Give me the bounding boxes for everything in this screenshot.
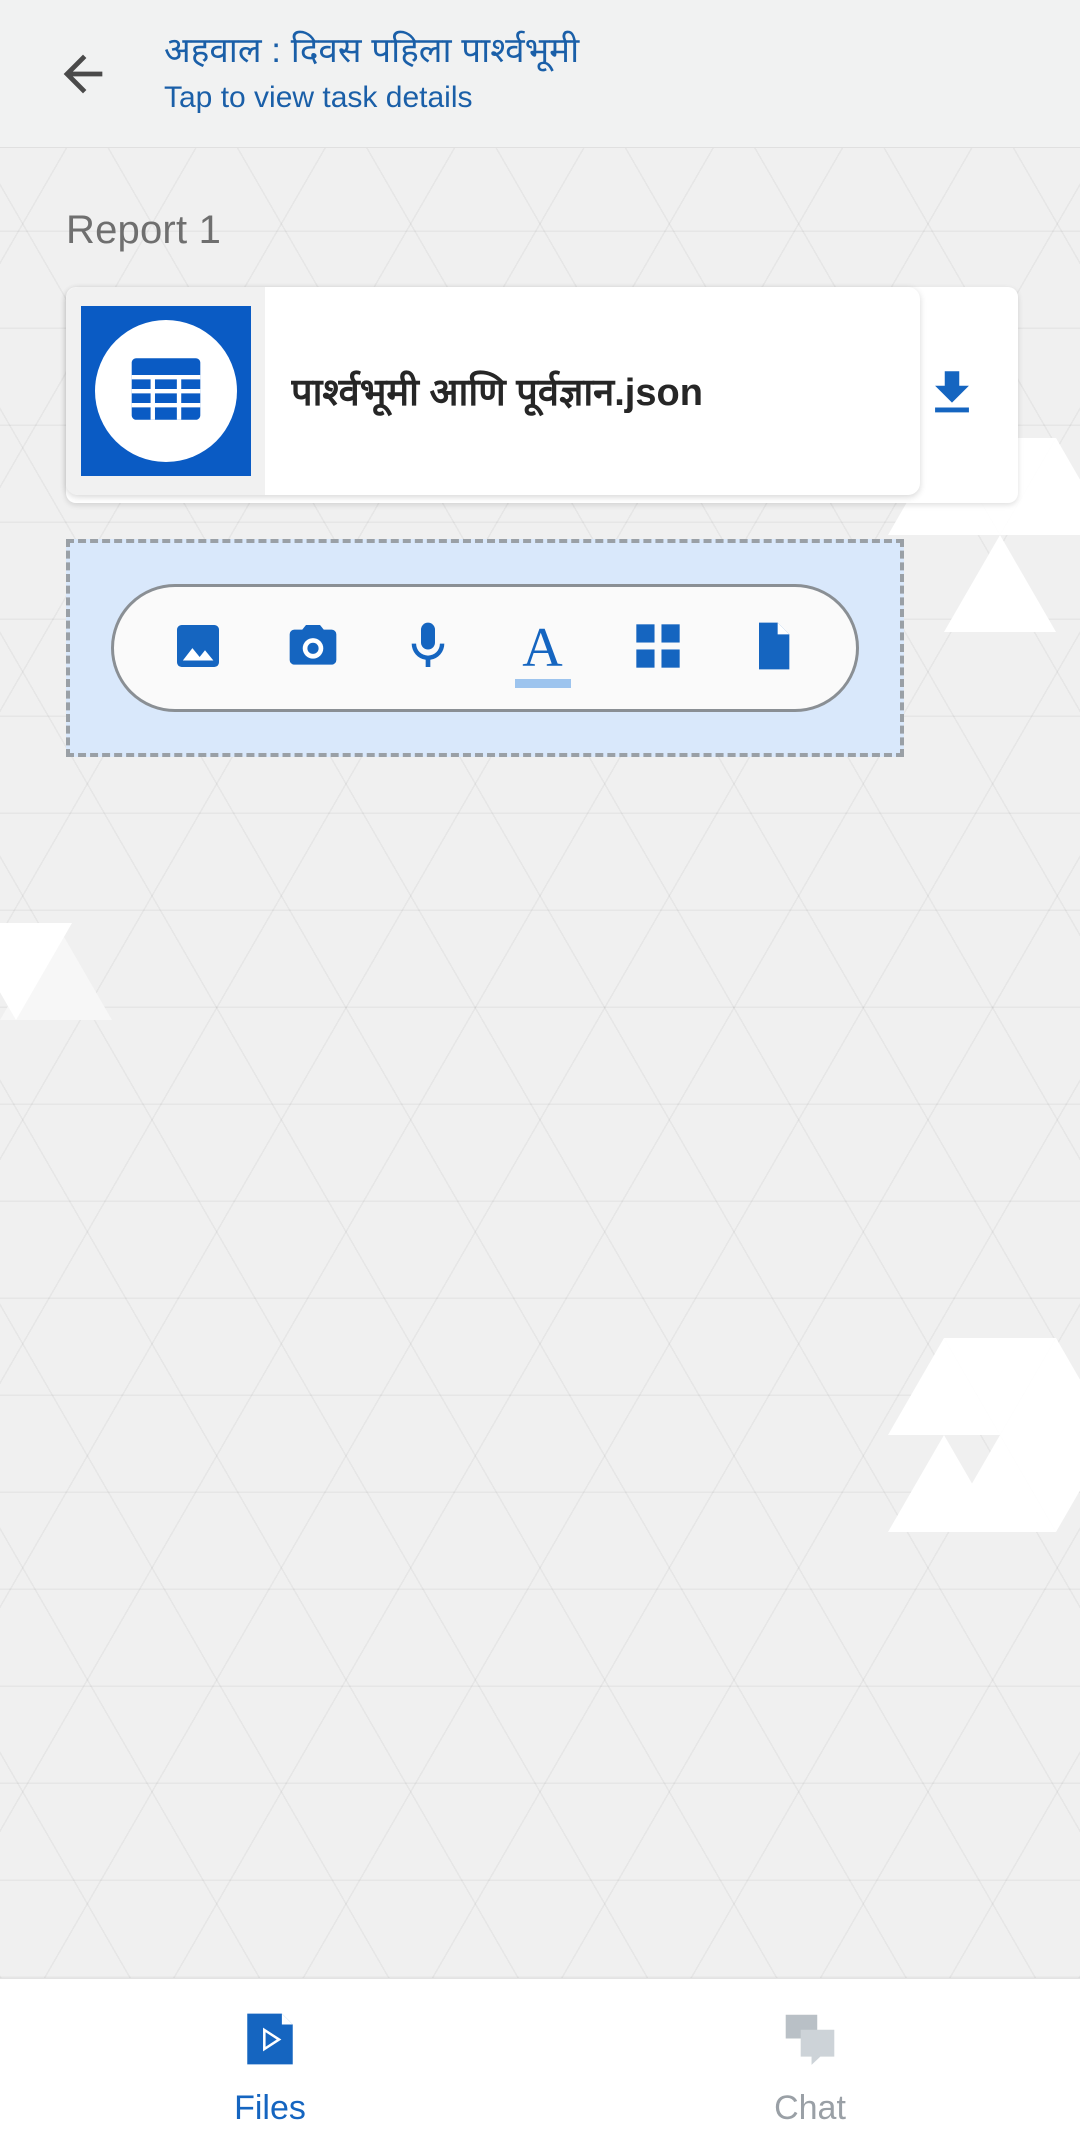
attachment-toolbar: A: [111, 584, 859, 712]
microphone-icon: [400, 618, 456, 679]
section-label-report: Report 1: [66, 208, 222, 252]
main-content: Report 1 पार्श्वभूमी आणि पूर्वज्ञान.json…: [0, 148, 1080, 1978]
download-button[interactable]: [912, 355, 992, 435]
file-card-wrapper: पार्श्वभूमी आणि पूर्वज्ञान.json: [66, 287, 1018, 503]
decorative-triangle: [0, 923, 112, 1020]
bottom-navigation: Files Chat: [0, 1978, 1080, 2156]
text-format-icon: A: [522, 617, 563, 679]
app-screen: अहवाल : दिवस पहिला पार्श्वभूमी Tap to vi…: [0, 0, 1080, 2156]
file-name: पार्श्वभूमी आणि पूर्वज्ञान.json: [291, 372, 703, 414]
attachment-drop-area[interactable]: A: [66, 539, 904, 757]
nav-label-chat: Chat: [774, 2088, 846, 2127]
image-icon: [170, 618, 226, 679]
back-button[interactable]: [40, 31, 126, 117]
decorative-triangle: [944, 1435, 1056, 1532]
attach-document-button[interactable]: [731, 606, 815, 690]
files-play-icon: [239, 2008, 301, 2075]
text-format-underline: [514, 679, 571, 688]
app-header: अहवाल : दिवस पहिला पार्श्वभूमी Tap to vi…: [0, 0, 1080, 148]
arrow-back-icon: [54, 45, 112, 103]
page-subtitle: Tap to view task details: [164, 80, 473, 114]
attach-audio-button[interactable]: [386, 606, 470, 690]
page-title: अहवाल : दिवस पहिला पार्श्वभूमी: [164, 31, 580, 71]
header-title-block[interactable]: अहवाल : दिवस पहिला पार्श्वभूमी Tap to vi…: [164, 30, 579, 117]
grid-apps-icon: [632, 620, 684, 677]
decorative-triangle: [944, 1338, 1056, 1435]
attach-text-button[interactable]: A: [501, 606, 585, 690]
document-icon: [745, 618, 801, 679]
decorative-triangle: [888, 1435, 1000, 1532]
attach-image-button[interactable]: [156, 606, 240, 690]
download-icon: [923, 364, 981, 427]
decorative-triangle: [888, 1338, 1000, 1435]
decorative-triangle: [1000, 1435, 1080, 1532]
content-column: Report 1 पार्श्वभूमी आणि पूर्वज्ञान.json…: [0, 208, 1080, 757]
file-name-container: पार्श्वभूमी आणि पूर्वज्ञान.json: [265, 287, 920, 495]
file-thumbnail: [80, 306, 251, 476]
thumbnail-circle: [94, 320, 237, 462]
camera-icon: [285, 618, 341, 679]
file-card[interactable]: पार्श्वभूमी आणि पूर्वज्ञान.json: [66, 287, 920, 495]
attach-camera-button[interactable]: [271, 606, 355, 690]
decorative-triangle: [1000, 1338, 1080, 1435]
chat-bubbles-icon: [779, 2008, 841, 2075]
nav-item-files[interactable]: Files: [0, 1979, 540, 2156]
file-thumbnail-container: [66, 287, 265, 495]
nav-item-chat[interactable]: Chat: [540, 1979, 1080, 2156]
attach-apps-button[interactable]: [616, 606, 700, 690]
spreadsheet-table-icon: [124, 347, 208, 436]
nav-label-files: Files: [234, 2088, 306, 2127]
decorative-triangle: [0, 923, 72, 1020]
